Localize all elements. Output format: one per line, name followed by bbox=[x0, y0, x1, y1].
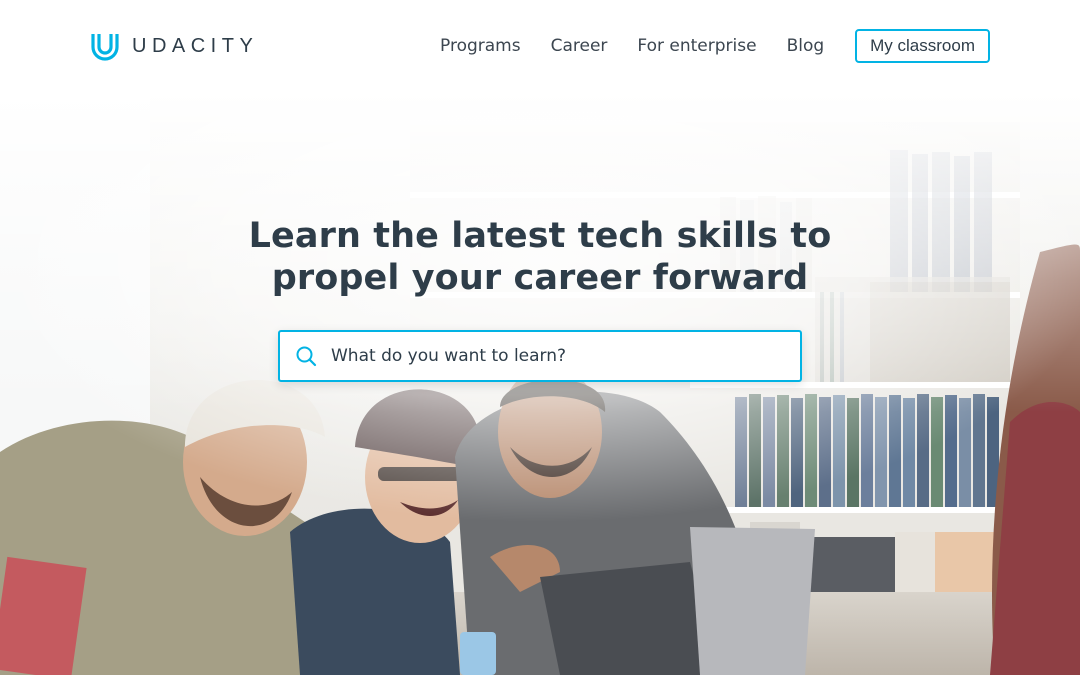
my-classroom-button[interactable]: My classroom bbox=[855, 29, 990, 63]
site-header: UDACITY Programs Career For enterprise B… bbox=[0, 0, 1080, 92]
hero-title-line-1: Learn the latest tech skills to bbox=[248, 216, 832, 256]
udacity-logo-icon bbox=[91, 34, 119, 61]
main-nav: Programs Career For enterprise Blog My c… bbox=[440, 29, 990, 63]
udacity-logo[interactable]: UDACITY bbox=[89, 30, 258, 62]
search-box[interactable] bbox=[278, 330, 802, 382]
hero-title-line-2: propel your career forward bbox=[271, 258, 809, 298]
hero-section: Learn the latest tech skills to propel y… bbox=[0, 92, 1080, 675]
hero-photo-fade bbox=[0, 92, 1080, 675]
nav-blog-link[interactable]: Blog bbox=[787, 36, 825, 56]
search-input[interactable] bbox=[331, 336, 771, 376]
nav-career-link[interactable]: Career bbox=[551, 36, 608, 56]
search-icon bbox=[296, 346, 317, 367]
brand-name: UDACITY bbox=[132, 34, 259, 57]
nav-enterprise-link[interactable]: For enterprise bbox=[637, 36, 756, 56]
hero-title: Learn the latest tech skills to propel y… bbox=[190, 215, 890, 299]
nav-programs-link[interactable]: Programs bbox=[440, 36, 521, 56]
